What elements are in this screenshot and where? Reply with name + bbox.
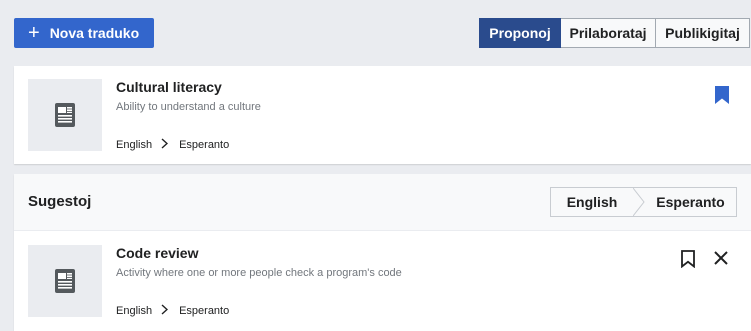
chevron-right-icon [161,304,169,318]
article-icon [55,103,75,127]
source-language: English [116,305,153,317]
bookmark-filled-icon[interactable] [715,86,729,109]
tab-published[interactable]: Publikigitaj [656,18,750,48]
chevron-right-icon [161,138,169,152]
close-icon[interactable] [713,250,729,271]
suggestions-header: Sugestoj English Esperanto [14,174,751,231]
new-translation-label: Nova traduko [49,25,140,41]
article-description: Ability to understand a culture [116,101,261,113]
suggestions-heading: Sugestoj [28,193,92,210]
article-title: Cultural literacy [116,79,222,95]
translation-tabs: Proponoj Prilaborataj Publikigitaj [479,18,750,48]
language-pair: English Esperanto [116,138,229,152]
article-description: Activity where one or more people check … [116,267,402,279]
target-language: Esperanto [179,139,230,151]
tab-in-progress[interactable]: Prilaborataj [561,18,656,48]
plus-icon: + [28,22,40,44]
source-language-button[interactable]: English [551,188,633,216]
arrow-separator-icon [633,188,645,216]
favorite-suggestion-card[interactable]: Cultural literacy Ability to understand … [14,66,751,164]
article-title: Code review [116,245,199,261]
target-language: Esperanto [179,305,230,317]
new-translation-button[interactable]: + Nova traduko [14,18,154,48]
article-thumbnail [28,79,102,151]
article-icon [55,269,75,293]
toolbar: + Nova traduko Proponoj Prilaborataj Pub… [14,18,751,48]
bookmark-outline-icon[interactable] [681,250,695,273]
target-language-button[interactable]: Esperanto [645,188,736,216]
language-pair-selector: English Esperanto [550,187,737,217]
tab-suggestions[interactable]: Proponoj [479,18,561,48]
article-thumbnail [28,245,102,317]
suggestion-card[interactable]: Code review Activity where one or more p… [14,231,751,331]
source-language: English [116,139,153,151]
language-pair: English Esperanto [116,304,229,318]
